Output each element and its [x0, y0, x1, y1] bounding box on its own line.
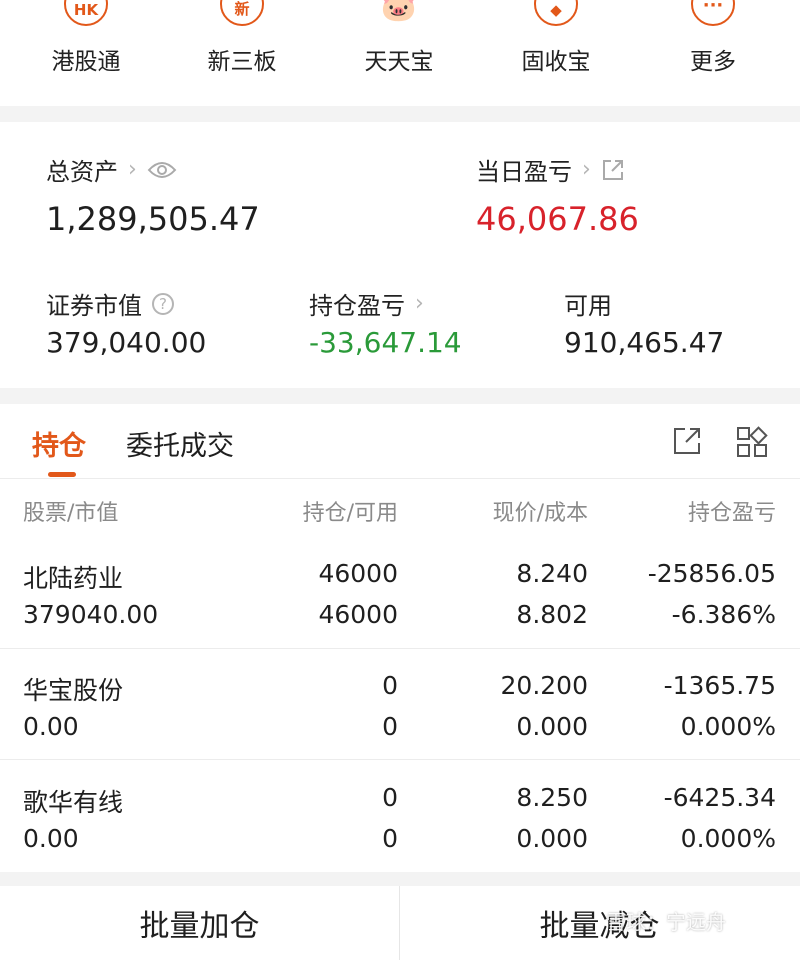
asset-summary: 总资产 › 1,289,505.47 当日盈亏 › 46,067.86 证券市值… [0, 122, 800, 388]
chevron-right-icon: › [582, 157, 591, 182]
menu-label: 固收宝 [521, 49, 591, 75]
available-label: 可用 [564, 292, 612, 320]
total-assets-label: 总资产 [46, 158, 118, 186]
position-qty: 0 [382, 783, 398, 812]
available-item: 可用 [564, 286, 612, 321]
menu-label: 天天宝 [364, 49, 434, 75]
position-qty: 46000 [318, 559, 398, 588]
menu-label: 新三板 [207, 49, 277, 75]
share-icon[interactable] [601, 158, 625, 182]
holdings-panel: 持仓 委托成交 股票/市值 持仓/可用 现价/成本 持仓盈亏 北陆药业 3790… [0, 404, 800, 872]
available-value: 910,465.47 [564, 326, 725, 359]
market-value-value: 379,040.00 [46, 326, 207, 359]
available-qty: 0 [382, 712, 398, 741]
share-icon[interactable] [672, 426, 702, 456]
tab-orders[interactable]: 委托成交 [126, 424, 234, 463]
column-header-pnl: 持仓盈亏 [687, 501, 776, 526]
current-price: 20.200 [500, 671, 588, 700]
market-value-item[interactable]: 证券市值 ? [46, 286, 174, 321]
pnl-amount: -25856.05 [647, 559, 776, 588]
help-icon[interactable]: ? [152, 292, 174, 315]
pnl-percent: 0.000% [680, 712, 776, 741]
pnl-percent: -6.386% [671, 600, 776, 629]
stock-market-value: 379040.00 [23, 600, 159, 629]
piggy-bank-icon: 🐷 [377, 0, 421, 26]
position-pnl-label: 持仓盈亏 [309, 292, 405, 320]
tab-active-indicator [48, 472, 76, 477]
fixed-income-icon: ◆ [534, 0, 578, 26]
hk-icon: HK [64, 0, 108, 26]
divider [0, 478, 800, 479]
cost-price: 8.802 [516, 600, 588, 629]
more-icon: ··· [691, 0, 735, 26]
current-price: 8.240 [516, 559, 588, 588]
daily-pnl-value: 46,067.86 [476, 200, 639, 238]
column-header-position: 持仓/可用 [302, 501, 398, 526]
column-header-stock: 股票/市值 [23, 501, 119, 526]
available-qty: 0 [382, 824, 398, 853]
eye-icon[interactable] [147, 160, 177, 180]
stock-market-value: 0.00 [23, 712, 79, 741]
pnl-percent: 0.000% [680, 824, 776, 853]
stock-name: 歌华有线 [23, 788, 124, 817]
quick-menu: HK 港股通 新 新三板 🐷 天天宝 ◆ 固收宝 ··· 更多 [0, 0, 800, 106]
position-pnl-link[interactable]: 持仓盈亏 › [309, 286, 424, 321]
new-board-icon: 新 [220, 0, 264, 26]
divider [0, 648, 800, 649]
menu-label: 港股通 [51, 49, 121, 75]
position-pnl-value: -33,647.14 [309, 326, 462, 359]
batch-add-button[interactable]: 批量加仓 [0, 886, 399, 960]
batch-reduce-button[interactable]: 批量减仓 [400, 886, 799, 960]
stock-market-value: 0.00 [23, 824, 79, 853]
current-price: 8.250 [516, 783, 588, 812]
chevron-right-icon: › [128, 157, 137, 182]
grid-icon[interactable] [736, 426, 768, 458]
available-qty: 46000 [318, 600, 398, 629]
cost-price: 0.000 [516, 712, 588, 741]
menu-label: 更多 [690, 49, 736, 75]
watermark: 雪球：宁远舟 [606, 910, 726, 934]
pnl-amount: -1365.75 [663, 671, 776, 700]
total-assets-link[interactable]: 总资产 › [46, 152, 177, 187]
chevron-right-icon: › [415, 291, 424, 316]
total-assets-value: 1,289,505.47 [46, 200, 260, 238]
cost-price: 0.000 [516, 824, 588, 853]
position-qty: 0 [382, 671, 398, 700]
pnl-amount: -6425.34 [663, 783, 776, 812]
divider [0, 759, 800, 760]
column-header-price: 现价/成本 [492, 501, 588, 526]
daily-pnl-link[interactable]: 当日盈亏 › [476, 152, 625, 187]
market-value-label: 证券市值 [46, 292, 142, 320]
daily-pnl-label: 当日盈亏 [476, 158, 572, 186]
bottom-actions: 批量加仓 批量减仓 雪球：宁远舟 [0, 886, 800, 960]
tab-holdings[interactable]: 持仓 [32, 424, 86, 463]
stock-name: 北陆药业 [23, 564, 124, 593]
stock-name: 华宝股份 [23, 676, 124, 705]
